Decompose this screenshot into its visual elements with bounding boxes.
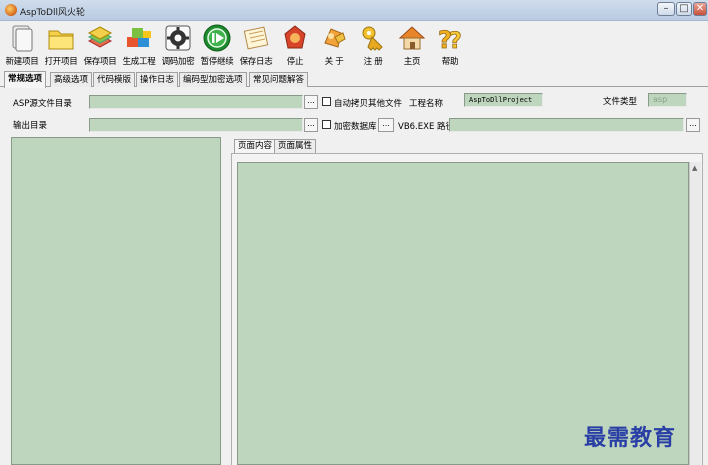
tab-encryption-options[interactable]: 编码型加密选项: [179, 72, 247, 87]
title-bar: AspToDll风火轮 – □ ✕: [0, 0, 708, 21]
output-dir-browse-button[interactable]: ...: [304, 118, 318, 132]
file-tree-panel[interactable]: [11, 137, 221, 465]
output-dir-input[interactable]: [89, 118, 303, 132]
help-button[interactable]: ? ? 帮助: [431, 23, 469, 69]
file-type-input[interactable]: asp: [648, 93, 687, 107]
scroll-up-icon[interactable]: ▲: [692, 164, 697, 172]
auto-copy-label: 自动拷贝其他文件: [334, 99, 403, 109]
pause-resume-button[interactable]: 暂停继续: [198, 23, 236, 69]
asp-dir-input[interactable]: [89, 95, 303, 109]
vb6-path-label: VB6.EXE 路径: [398, 122, 455, 132]
home-button[interactable]: 主页: [393, 23, 431, 69]
encrypt-db-browse-button[interactable]: ...: [378, 118, 394, 132]
project-name-label: 工程名称: [409, 99, 444, 109]
encrypt-button[interactable]: 调码加密: [159, 23, 197, 69]
new-project-button[interactable]: 新建项目: [3, 23, 41, 69]
play-pause-icon: [203, 24, 231, 52]
save-log-icon: [243, 26, 269, 50]
about-button[interactable]: 关 于: [315, 23, 353, 69]
asp-dir-label: ASP源文件目录: [13, 99, 72, 109]
output-dir-label: 输出目录: [13, 121, 48, 131]
register-key-icon: [362, 26, 383, 51]
stop-icon: [284, 25, 306, 49]
asp-dir-browse-button[interactable]: ...: [304, 95, 318, 109]
gear-encrypt-icon: [165, 25, 191, 51]
tab-code-template[interactable]: 代码模版: [93, 72, 136, 87]
vb6-path-browse-button[interactable]: ...: [686, 118, 700, 132]
watermark: 最需教育: [584, 425, 677, 451]
file-type-label: 文件类型: [603, 97, 638, 107]
stop-button[interactable]: 停止: [276, 23, 314, 69]
home-icon: [398, 26, 426, 50]
close-button[interactable]: ✕: [693, 2, 707, 16]
about-icon: [324, 28, 346, 48]
tab-faq[interactable]: 常见问题解答: [249, 72, 309, 87]
register-button[interactable]: 注 册: [354, 23, 392, 69]
vertical-scrollbar[interactable]: ▲: [689, 162, 701, 465]
encrypt-db-checkbox[interactable]: [322, 120, 331, 129]
new-project-icon: [12, 25, 33, 52]
help-icon: ? ?: [438, 26, 463, 53]
window-title: AspToDll风火轮: [20, 8, 85, 18]
vb6-path-input[interactable]: [449, 118, 684, 132]
tab-advanced[interactable]: 高级选项: [50, 72, 93, 87]
save-log-button[interactable]: 保存日志: [237, 23, 275, 69]
open-project-button[interactable]: 打开项目: [42, 23, 80, 69]
tab-general[interactable]: 常规选项: [4, 71, 47, 88]
open-folder-icon: [48, 30, 74, 50]
save-books-icon: [87, 26, 113, 48]
save-project-button[interactable]: 保存项目: [81, 23, 119, 69]
minimize-button[interactable]: –: [657, 2, 675, 16]
auto-copy-checkbox[interactable]: [322, 97, 331, 106]
build-blocks-icon: [127, 28, 151, 47]
toolbar: 新建项目 打开项目 保存项目 生成工程 调码加密 暂停继续 保存日志 停止 关 …: [0, 21, 708, 71]
project-name-input[interactable]: AspToDllProject: [464, 93, 543, 107]
tab-page-properties[interactable]: 页面属性: [274, 139, 317, 153]
tab-operation-log[interactable]: 操作日志: [136, 72, 179, 87]
build-project-button[interactable]: 生成工程: [120, 23, 158, 69]
encrypt-db-label: 加密数据库: [334, 122, 377, 132]
tab-page-content[interactable]: 页面内容: [234, 139, 277, 153]
svg-text:?: ?: [449, 29, 462, 53]
app-logo-icon: [5, 4, 17, 16]
main-tab-bar: 常规选项 高级选项 代码模版 操作日志 编码型加密选项 常见问题解答: [0, 71, 708, 88]
maximize-button[interactable]: □: [676, 2, 692, 16]
